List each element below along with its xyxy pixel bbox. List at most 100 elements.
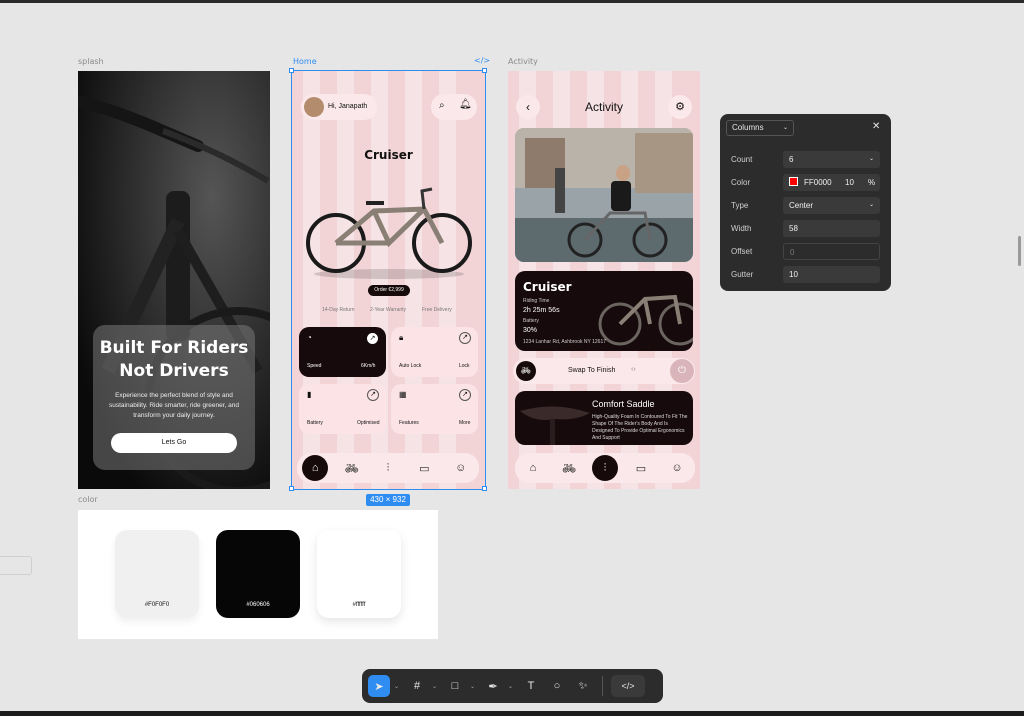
gutter-row: Gutter 10 (731, 266, 881, 283)
top-edge (0, 0, 1024, 3)
bike-icon[interactable]: 🚲︎ (516, 361, 536, 381)
frame-label-color[interactable]: color (78, 495, 98, 504)
power-icon[interactable]: ⏻ (670, 359, 694, 383)
offset-label: Offset (731, 247, 753, 256)
riding-time-label: Riding Time (523, 298, 550, 304)
bottom-nav: ⌂ 🚲︎ ⫶ ▭ ☺ (515, 453, 695, 483)
color-frame[interactable]: #F0F0F0 #060606 #ffffff (78, 510, 438, 639)
close-icon[interactable]: ✕ (872, 121, 880, 132)
saddle-image (520, 406, 590, 445)
battery-label: Battery (523, 318, 539, 324)
saddle-title: Comfort Saddle (592, 399, 655, 409)
scrollbar[interactable] (1018, 236, 1021, 266)
layout-grid-panel: Columns ⌄ ✕ Count 6 ⌄ Color FF0000 10 % T… (720, 114, 891, 291)
chevron-down-icon: ⌄ (782, 125, 788, 131)
frame-icon[interactable]: # (406, 675, 428, 697)
type-select[interactable]: Center ⌄ (783, 197, 880, 214)
color-label: Color (731, 178, 751, 187)
color-opacity: 10 (845, 178, 854, 187)
text-icon[interactable]: T (520, 675, 542, 697)
saddle-card[interactable]: Comfort Saddle High-Quality Foam In Cont… (515, 391, 693, 445)
count-row: Count 6 ⌄ (731, 151, 881, 168)
width-label: Width (731, 224, 752, 233)
comment-icon[interactable]: ○ (546, 675, 568, 697)
splash-card: Built For Riders Not Drivers Experience … (93, 325, 255, 470)
swatch-label: #ffffff (352, 602, 366, 608)
swap-label: Swap To Finish (568, 367, 616, 374)
toolbar-divider (602, 676, 603, 696)
grid-type-dropdown[interactable]: Columns ⌄ (726, 120, 794, 136)
swatch-black[interactable]: #060606 (216, 530, 300, 618)
rider-photo (515, 128, 693, 262)
bottom-toolbar: ➤ ⌄ # ⌄ □ ⌄ ✒ ⌄ T ○ ✨︎ </> (362, 669, 663, 703)
side-tab[interactable] (0, 556, 32, 575)
color-hex: FF0000 (804, 178, 832, 187)
activity-frame[interactable]: ‹ Activity ⚙ Cruiser Riding Time 2h 25m … (508, 71, 700, 489)
location-text: 1234 Lanhar Rd, Ashbrook NY 12617 (523, 339, 607, 345)
offset-row: Offset 0 (731, 243, 881, 260)
count-value: 6 (789, 155, 794, 164)
type-value: Center (789, 201, 814, 210)
chevron-down-icon: ⌄ (868, 202, 874, 208)
splash-title: Built For Riders Not Drivers (93, 337, 255, 383)
width-input[interactable]: 58 (783, 220, 880, 237)
color-input[interactable]: FF0000 10 % (783, 174, 880, 191)
sliders-icon[interactable]: ⫶ (592, 455, 618, 481)
color-chip[interactable] (789, 177, 798, 186)
swatch-light-gray[interactable]: #F0F0F0 (115, 530, 199, 618)
ride-bike-name: Cruiser (523, 280, 572, 294)
offset-input[interactable]: 0 (783, 243, 880, 260)
frame-label-activity[interactable]: Activity (508, 57, 538, 66)
shape-icon[interactable]: □ (444, 675, 466, 697)
bottom-edge (0, 711, 1024, 716)
swatch-label: #F0F0F0 (144, 602, 170, 608)
gutter-input[interactable]: 10 (783, 266, 880, 283)
card-icon[interactable]: ▭ (628, 455, 654, 481)
swatch-label: #060606 (246, 602, 270, 608)
swap-slider[interactable]: 🚲︎ Swap To Finish ‹› ⏻ (513, 358, 695, 384)
resize-handle[interactable] (289, 486, 294, 491)
count-label: Count (731, 155, 753, 164)
move-icon[interactable]: ➤ (368, 675, 390, 697)
lets-go-button[interactable]: Lets Go (111, 433, 237, 453)
splash-title-line1: Built For Riders (99, 338, 249, 358)
splash-frame[interactable]: Built For Riders Not Drivers Experience … (78, 71, 270, 489)
type-label: Type (731, 201, 749, 210)
pen-icon[interactable]: ✒ (482, 675, 504, 697)
splash-title-line2: Not Drivers (119, 361, 229, 381)
splash-description: Experience the perfect blend of style an… (109, 392, 239, 419)
type-row: Type Center ⌄ (731, 197, 881, 214)
bike-icon[interactable]: 🚲︎ (556, 455, 582, 481)
color-row: Color FF0000 10 % (731, 174, 881, 191)
saddle-description: High-Quality Foam In Contoured To Fit Th… (592, 414, 688, 441)
chevron-down-icon[interactable]: ⌄ (432, 683, 440, 690)
resize-handle[interactable] (482, 486, 487, 491)
bike-silhouette (598, 294, 693, 346)
chevron-down-icon: ⌄ (868, 156, 874, 162)
frame-label-home[interactable]: Home (293, 57, 317, 66)
percent-sign: % (868, 178, 876, 187)
size-badge: 430 × 932 (366, 494, 410, 506)
frame-label-splash[interactable]: splash (78, 57, 104, 66)
gutter-label: Gutter (731, 270, 754, 279)
home-icon[interactable]: ⌂ (520, 455, 546, 481)
settings-icon[interactable]: ⚙ (668, 95, 692, 119)
ride-summary-card[interactable]: Cruiser Riding Time 2h 25m 56s Battery 3… (515, 271, 693, 351)
grid-type-value: Columns (732, 123, 764, 132)
dev-mode-icon[interactable]: </> (611, 675, 645, 697)
width-row: Width 58 (731, 220, 881, 237)
code-icon[interactable]: </> (474, 56, 490, 65)
selection-outline (291, 70, 486, 490)
actions-icon[interactable]: ✨︎ (572, 675, 594, 697)
riding-time: 2h 25m 56s (523, 307, 560, 314)
chevron-down-icon[interactable]: ⌄ (394, 683, 402, 690)
count-select[interactable]: 6 ⌄ (783, 151, 880, 168)
chevron-down-icon[interactable]: ⌄ (508, 683, 516, 690)
chevrons-icon: ‹› (631, 366, 636, 373)
resize-handle[interactable] (289, 68, 294, 73)
resize-handle[interactable] (482, 68, 487, 73)
chevron-down-icon[interactable]: ⌄ (470, 683, 478, 690)
swatch-white[interactable]: #ffffff (317, 530, 401, 618)
battery-value: 30% (523, 327, 538, 334)
user-icon[interactable]: ☺ (664, 455, 690, 481)
